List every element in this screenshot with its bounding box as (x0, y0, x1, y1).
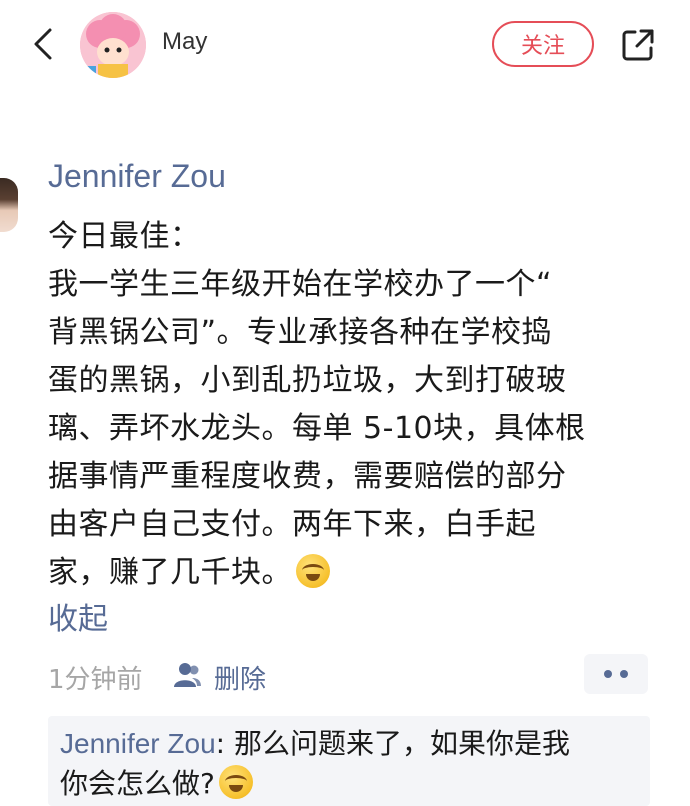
post-line: 我一学生三年级开始在学校办了一个“ (48, 267, 553, 302)
post-line-text: 家，赚了几千块。 (48, 555, 292, 590)
post-line: 蛋的黑锅，小到乱扔垃圾，大到打破玻 (48, 363, 567, 398)
commenter-avatar[interactable] (0, 178, 18, 232)
facepalm-laugh-emoji-icon (218, 765, 253, 799)
share-external-icon[interactable] (619, 26, 657, 64)
header-author-name[interactable]: May (162, 28, 207, 56)
post-line: 今日最佳： (48, 219, 201, 254)
avatar-illustration (80, 12, 146, 78)
top-bar: May 关注 (0, 0, 690, 96)
comment-content: Jennifer Zou: 那么问题来了，如果你是我 你会怎么做? (60, 724, 640, 804)
comment-box[interactable]: Jennifer Zou: 那么问题来了，如果你是我 你会怎么做? (48, 716, 650, 806)
delete-link[interactable]: 删除 (214, 659, 266, 696)
post-line-last: 家，赚了几千块。 (48, 549, 658, 597)
author-avatar[interactable] (80, 12, 146, 78)
post-line: 由客户自己支付。两年下来，白手起 (48, 507, 536, 542)
post-meta-row: 1分钟前 删除 (48, 655, 648, 695)
post-timestamp: 1分钟前 (48, 665, 143, 695)
more-dots-icon[interactable] (584, 654, 648, 694)
more-dot (604, 670, 612, 678)
more-dot (620, 670, 628, 678)
follow-button[interactable]: 关注 (492, 21, 594, 67)
post-content: 今日最佳： 我一学生三年级开始在学校办了一个“ 背黑锅公司”。专业承接各种在学校… (48, 213, 658, 597)
comment-text-line2: 你会怎么做? (60, 767, 215, 800)
people-icon[interactable] (172, 661, 202, 689)
comment-separator: : (215, 727, 234, 760)
comment-author[interactable]: Jennifer Zou (60, 728, 216, 759)
post-line: 璃、弄坏水龙头。每单 5-10块，具体根 (48, 411, 586, 446)
collapse-link[interactable]: 收起 (48, 594, 108, 638)
facepalm-laugh-emoji-icon (296, 554, 330, 588)
post-line: 背黑锅公司”。专业承接各种在学校捣 (48, 315, 553, 350)
post-author-name[interactable]: Jennifer Zou (48, 158, 226, 195)
back-chevron-icon[interactable] (28, 24, 58, 64)
comment-text-line1: 那么问题来了，如果你是我 (233, 727, 570, 760)
post-line: 据事情严重程度收费，需要赔偿的部分 (48, 459, 567, 494)
